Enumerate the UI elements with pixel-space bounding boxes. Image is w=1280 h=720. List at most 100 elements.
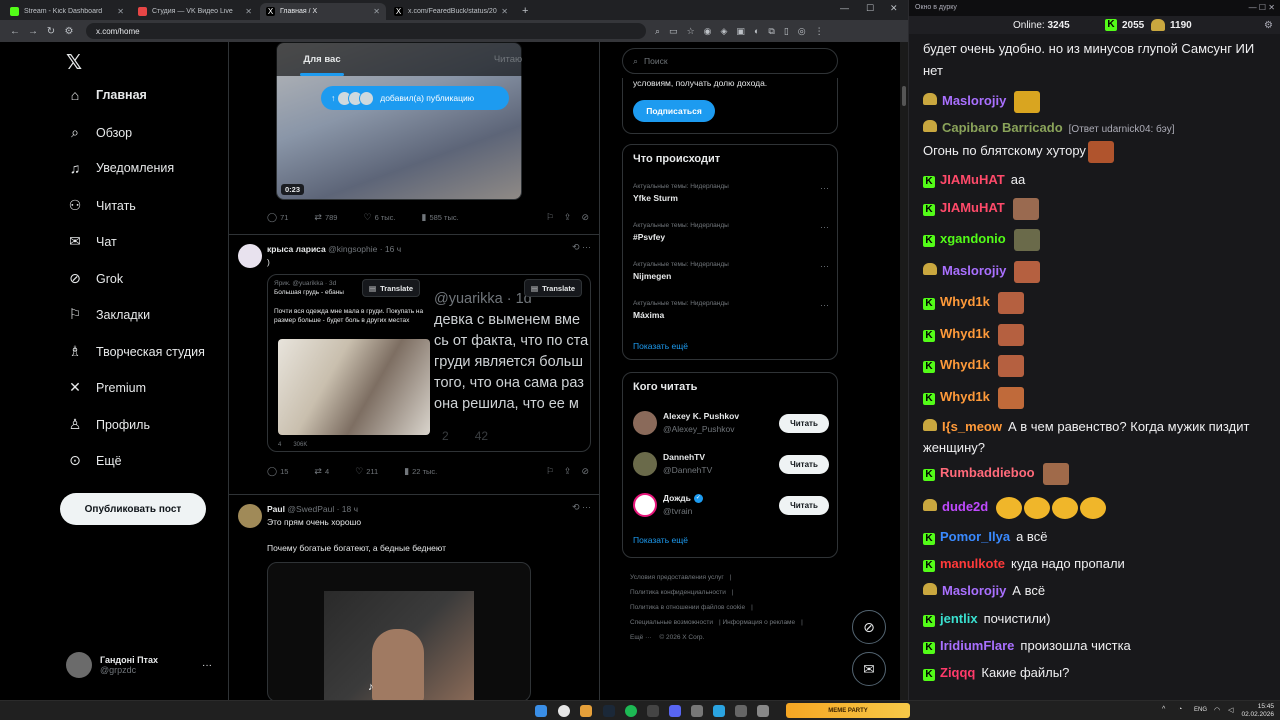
quote-image[interactable] <box>278 339 430 435</box>
repost-button[interactable]: ⇄ 4 <box>314 466 329 477</box>
post-swedpaul[interactable]: Paul @SwedPaul · 18 ч ⟲ ··· Это прям оче… <box>229 496 599 700</box>
chat-username[interactable]: Whyd1k <box>940 357 990 372</box>
back-icon[interactable]: ← <box>6 26 24 37</box>
chat-username[interactable]: Maslorojiy <box>942 583 1006 598</box>
show-more-link[interactable]: Показать ещё <box>633 341 688 351</box>
chat-username[interactable]: JIAMuHAT <box>940 200 1005 215</box>
forward-icon[interactable]: → <box>24 26 42 37</box>
follow-button[interactable]: Читать <box>779 455 829 474</box>
scrollbar-thumb[interactable] <box>902 86 906 106</box>
follow-suggestion[interactable]: Alexey K. Pushkov @Alexey_Pushkov Читать <box>633 409 829 437</box>
trend-item[interactable]: Актуальные темы: Нидерланды Nijmegen ··· <box>633 261 829 281</box>
close-tab-icon[interactable]: ✕ <box>501 7 508 16</box>
account-switcher[interactable]: Гандоні Птах @grpzdc <box>66 652 158 678</box>
grok-fab-icon[interactable]: ⊘ <box>852 610 886 644</box>
author-handle[interactable]: @SwedPaul · 18 ч <box>287 504 358 514</box>
steam-icon[interactable] <box>603 705 615 717</box>
reload-icon[interactable]: ↻ <box>42 26 60 37</box>
follow-suggestion[interactable]: DannehTV @DannehTV Читать <box>633 450 829 478</box>
translate-button[interactable]: ▤ Translate <box>362 279 421 297</box>
publish-post-button[interactable]: Опубликовать пост <box>60 493 206 525</box>
repost-button[interactable]: ⇄ 789 <box>314 212 337 223</box>
extension-icon[interactable]: ▣ <box>736 26 745 37</box>
tab-x-status[interactable]: Xx.com/FearedBuck/status/2018… ✕ <box>388 3 514 20</box>
x-logo-icon[interactable]: 𝕏 <box>66 50 82 75</box>
nav-grok[interactable]: ⊘ Grok <box>66 270 123 287</box>
avatar[interactable] <box>238 244 262 268</box>
nav-profile[interactable]: ♙ Профиль <box>66 416 150 433</box>
post-more-icon[interactable]: ⟲ ··· <box>572 502 591 513</box>
nav-notifications[interactable]: ♫ Уведомления <box>66 160 174 176</box>
app-icon[interactable] <box>691 705 703 717</box>
chat-username[interactable]: Maslorojiy <box>942 93 1006 108</box>
translate-button[interactable]: ▤ Translate <box>524 279 583 297</box>
grok-icon[interactable]: ⊘ <box>581 466 589 477</box>
wifi-icon[interactable]: ◠ <box>1214 706 1220 714</box>
reply-button[interactable]: ◯ 71 <box>267 212 288 223</box>
maximize-icon[interactable]: ☐ <box>866 3 874 14</box>
tab-vk-studio[interactable]: Студия — VK Видео Live ✕ <box>132 3 258 20</box>
window-controls[interactable]: — ☐ ✕ <box>1249 3 1275 12</box>
trend-item[interactable]: Актуальные темы: Нидерланды Yfke Sturm ··· <box>633 183 829 203</box>
subscribe-button[interactable]: Подписаться <box>633 100 715 122</box>
search-input[interactable]: ⌕ Поиск <box>622 48 838 74</box>
tab-x-home[interactable]: X Главная / X ✕ <box>260 3 386 20</box>
chat-username[interactable]: manulkote <box>940 556 1005 571</box>
share-icon[interactable]: ⇪ <box>564 466 572 477</box>
chat-username[interactable]: Whyd1k <box>940 294 990 309</box>
reply-button[interactable]: ◯ 15 <box>267 466 288 477</box>
tab-following[interactable]: Читаю <box>415 42 599 76</box>
chat-username[interactable]: Whyd1k <box>940 326 990 341</box>
zoom-icon[interactable]: ⌕ <box>655 26 660 37</box>
views-button[interactable]: ▮ 585 тыс. <box>421 212 458 223</box>
nav-creator-studio[interactable]: ♗ Творческая студия <box>66 343 205 360</box>
avatar[interactable] <box>238 504 262 528</box>
chat-username[interactable]: xgandonio <box>940 231 1006 246</box>
chat-username[interactable]: IridiumFlare <box>940 638 1014 653</box>
chrome-icon[interactable] <box>558 705 570 717</box>
page-scrollbar[interactable] <box>900 42 908 700</box>
cast-icon[interactable]: ▭ <box>669 26 678 37</box>
more-icon[interactable]: ··· <box>820 183 829 193</box>
close-tab-icon[interactable]: ✕ <box>117 7 124 16</box>
puzzle-icon[interactable]: ⧉ <box>768 26 774 37</box>
nav-follow[interactable]: ⚇ Читать <box>66 197 136 214</box>
share-icon[interactable]: ⇪ <box>564 212 572 223</box>
nav-premium[interactable]: ✕ Premium <box>66 379 146 396</box>
extension-icon[interactable]: ◐ <box>754 26 759 36</box>
close-window-icon[interactable]: ✕ <box>890 3 898 14</box>
chat-username[interactable]: Maslorojiy <box>942 263 1006 278</box>
follow-button[interactable]: Читать <box>779 414 829 433</box>
start-icon[interactable] <box>535 705 547 717</box>
author-name[interactable]: Paul <box>267 504 285 514</box>
volume-icon[interactable]: ◁ <box>1228 706 1233 714</box>
chat-username[interactable]: dude2d <box>942 499 988 514</box>
quoted-post[interactable]: Ярик. @yuarikka · 3d Большая грудь - еба… <box>267 274 591 452</box>
obs-icon[interactable] <box>647 705 659 717</box>
minimize-icon[interactable]: — <box>840 3 849 13</box>
close-tab-icon[interactable]: ✕ <box>245 7 252 16</box>
footer-link[interactable]: Политика конфиденциальности <box>630 589 726 596</box>
app-icon[interactable] <box>735 705 747 717</box>
footer-link[interactable]: Политика в отношении файлов cookie <box>630 604 745 611</box>
site-info-icon[interactable]: ⚙ <box>60 26 78 37</box>
follow-button[interactable]: Читать <box>779 496 829 515</box>
meme-party-widget[interactable]: MEME PARTY <box>786 703 910 718</box>
like-button[interactable]: ♡ 6 тыс. <box>363 212 395 223</box>
video-player[interactable]: ♪ <box>267 562 531 700</box>
more-icon[interactable]: ··· <box>820 222 829 232</box>
menu-icon[interactable]: ⋮ <box>815 26 824 37</box>
profile-icon[interactable]: ◎ <box>798 26 806 37</box>
star-icon[interactable]: ☆ <box>687 26 695 37</box>
footer-link[interactable]: Ещё ··· <box>630 634 652 641</box>
discord-icon[interactable] <box>669 705 681 717</box>
more-icon[interactable]: ··· <box>820 261 829 271</box>
chat-username[interactable]: Capibaro Barricado <box>942 120 1063 135</box>
chat-username[interactable]: Rumbaddieboo <box>940 465 1035 480</box>
chat-username[interactable]: I{s_meow <box>942 419 1002 434</box>
follow-suggestion[interactable]: Дождь ✓ @tvrain Читать <box>633 491 829 519</box>
trend-item[interactable]: Актуальные темы: Нидерланды Máxima ··· <box>633 300 829 320</box>
telegram-icon[interactable] <box>713 705 725 717</box>
settings-icon[interactable]: ⚙ <box>1264 20 1273 31</box>
file-explorer-icon[interactable] <box>580 705 592 717</box>
